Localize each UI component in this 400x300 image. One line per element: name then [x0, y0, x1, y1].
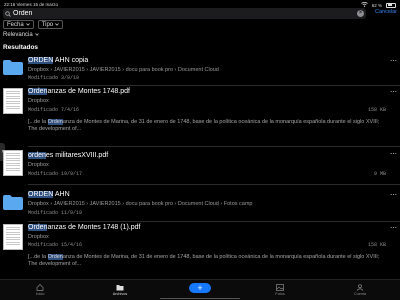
result-row[interactable]: Ordenanzas de Montes 1748 (1).pdf Dropbo… — [0, 224, 400, 274]
result-title: ordenes militaresXVIII.pdf — [28, 152, 109, 159]
result-size: 158 KB — [367, 107, 386, 113]
result-title: Ordenanzas de Montes 1748.pdf — [28, 88, 130, 95]
result-row[interactable]: ordenes militaresXVIII.pdf Dropbox Modif… — [0, 150, 400, 180]
pdf-thumbnail — [3, 224, 23, 250]
result-modified: Modificado 3/9/19 — [28, 75, 80, 81]
search-bar: × — [3, 8, 366, 19]
search-input[interactable] — [13, 10, 343, 17]
status-time-date: 22:16 Viernes 15 de marzo — [4, 2, 58, 7]
result-location: Dropbox — [28, 98, 49, 104]
result-modified: Modificado 11/9/19 — [28, 210, 83, 216]
sort-dropdown[interactable]: Relevancia — [3, 32, 39, 38]
results-heading: Resultados — [3, 44, 39, 51]
search-icon — [3, 10, 13, 17]
home-indicator — [160, 297, 240, 299]
divider — [28, 146, 400, 147]
tab-label: Archivos — [112, 292, 128, 296]
chevron-down-icon — [25, 22, 30, 28]
result-row[interactable]: Ordenanzas de Montes 1748.pdf Dropbox Mo… — [0, 88, 400, 136]
home-icon — [20, 284, 60, 291]
tab-label: Fotos — [275, 292, 285, 296]
photos-icon — [260, 284, 300, 291]
cancel-button[interactable]: Cancelar — [375, 9, 397, 15]
result-title: Ordenanzas de Montes 1748 (1).pdf — [28, 224, 141, 231]
chevron-down-icon — [55, 22, 59, 28]
result-snippet: [...de la Ordenanza de Montes de Marina,… — [28, 254, 380, 267]
tab-home[interactable]: Inicio — [20, 284, 60, 296]
tab-label: Cuenta — [353, 292, 367, 296]
more-options-icon[interactable]: ⋯ — [390, 57, 397, 65]
tab-account[interactable]: Cuenta — [340, 284, 380, 296]
battery-percent: 62 % — [371, 2, 382, 8]
chevron-down-icon — [34, 32, 39, 38]
more-options-icon[interactable]: ⋯ — [390, 88, 397, 96]
sort-label: Relevancia — [3, 32, 33, 38]
folder-icon — [100, 284, 140, 291]
result-row[interactable]: ORDEN AHN Dropbox › JAVIER2015 › JAVIER2… — [0, 191, 400, 219]
result-modified: Modificado 19/9/17 — [28, 171, 83, 177]
result-title: ORDEN AHN — [28, 191, 70, 198]
tab-files[interactable]: Archivos — [100, 284, 140, 296]
date-filter-chip[interactable]: Fecha — [3, 20, 34, 29]
result-title: ORDEN AHN copia — [28, 57, 89, 64]
divider — [28, 221, 400, 222]
result-location: Dropbox › JAVIER2015 › JAVIER2015 › docu… — [28, 67, 219, 73]
account-icon — [340, 284, 380, 291]
clear-search-icon[interactable]: × — [357, 10, 364, 17]
result-size: 158 KB — [367, 242, 386, 248]
more-options-icon[interactable]: ⋯ — [390, 191, 397, 199]
pdf-thumbnail — [3, 150, 23, 176]
add-button[interactable]: + — [189, 283, 211, 293]
result-modified: Modificado 7/4/16 — [28, 107, 80, 113]
result-row[interactable]: ORDEN AHN copia Dropbox › JAVIER2015 › J… — [0, 57, 400, 85]
type-filter-label: Tipo — [41, 21, 54, 28]
tab-bar: Inicio Archivos + Fotos Cuenta — [0, 279, 400, 300]
filter-chips: Fecha Tipo — [3, 20, 64, 29]
date-filter-label: Fecha — [7, 21, 24, 28]
plus-icon: + — [197, 283, 203, 293]
result-location: Dropbox — [28, 162, 49, 168]
more-options-icon[interactable]: ⋯ — [390, 150, 397, 158]
folder-icon — [3, 60, 23, 80]
tab-label: Inicio — [35, 292, 45, 296]
result-size: 9 MB — [373, 171, 386, 177]
battery-icon — [386, 2, 396, 8]
more-options-icon[interactable]: ⋯ — [390, 224, 397, 232]
folder-icon — [3, 195, 23, 215]
result-location: Dropbox › JAVIER2015 › JAVIER2015 › docu… — [28, 201, 253, 207]
result-location: Dropbox — [28, 234, 49, 240]
divider — [28, 184, 400, 185]
tab-photos[interactable]: Fotos — [260, 284, 300, 296]
divider — [28, 85, 400, 86]
pdf-thumbnail — [3, 88, 23, 114]
result-modified: Modificado 15/4/16 — [28, 242, 83, 248]
result-snippet: [...de la Ordenanza de Montes de Marina,… — [28, 119, 380, 132]
type-filter-chip[interactable]: Tipo — [37, 20, 64, 29]
